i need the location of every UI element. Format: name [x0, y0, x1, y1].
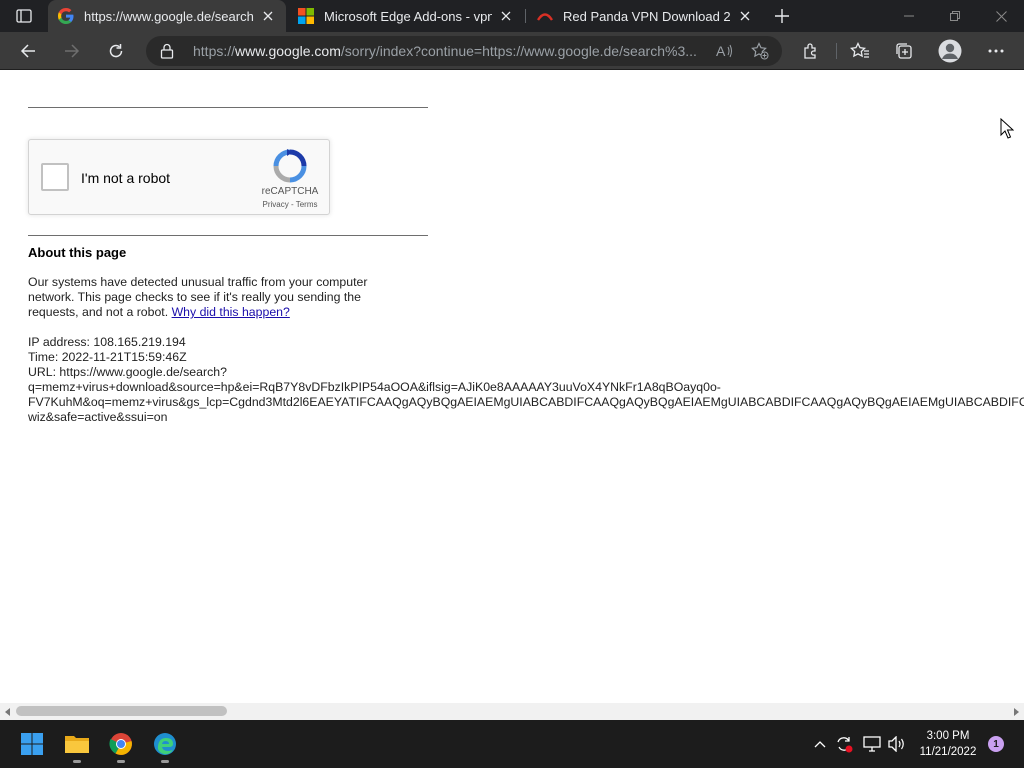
file-explorer-icon [65, 736, 89, 753]
extensions-button[interactable] [796, 36, 826, 66]
chrome-button[interactable] [101, 726, 141, 762]
tab-edge-addons[interactable]: Microsoft Edge Add-ons - vpn [288, 0, 524, 32]
tab-title: Red Panda VPN Download 2021 [563, 8, 731, 24]
profile-button[interactable] [935, 36, 965, 66]
windows-start-icon [21, 733, 43, 755]
about-heading: About this page [28, 245, 127, 260]
settings-menu-button[interactable] [981, 36, 1011, 66]
collections-button[interactable] [889, 36, 919, 66]
url-host: www.google.com [235, 43, 341, 59]
recaptcha-label: I'm not a robot [81, 170, 171, 186]
recaptcha-widget: I'm not a robot reCAPTCHA Privacy - Term… [28, 139, 330, 215]
url-scheme: https:// [193, 43, 236, 59]
horizontal-scrollbar[interactable] [0, 703, 1024, 720]
svg-text:A: A [716, 43, 726, 59]
page-content: I'm not a robot reCAPTCHA Privacy - Term… [0, 71, 1024, 703]
close-icon [995, 10, 1007, 22]
url-line: wiz&safe=active&ssui=on [28, 410, 168, 424]
tab-separator [525, 9, 526, 23]
profile-avatar-icon [938, 39, 962, 63]
network-icon[interactable] [862, 734, 882, 754]
tab-red-panda-vpn[interactable]: Red Panda VPN Download 2021 [527, 0, 763, 32]
running-indicator [117, 760, 125, 763]
url-line: q=memz+virus+download&source=hp&ei=RqB7Y… [28, 380, 721, 394]
system-clock[interactable]: 3:00 PM 11/21/2022 [912, 728, 984, 760]
tab-title: https://www.google.de/search?q [84, 8, 254, 24]
plus-icon [775, 9, 789, 23]
clock-date: 11/21/2022 [919, 746, 977, 758]
close-tab-icon[interactable] [496, 6, 516, 26]
divider [28, 107, 428, 108]
refresh-button[interactable] [101, 36, 131, 66]
back-arrow-icon [20, 44, 35, 58]
address-bar[interactable]: https://www.google.com/sorry/index?conti… [146, 36, 782, 66]
unusual-traffic-message: Our systems have detected unusual traffi… [28, 275, 408, 320]
edge-button[interactable] [145, 726, 185, 762]
back-button[interactable] [13, 36, 43, 66]
recaptcha-logo-icon [273, 149, 307, 183]
start-button[interactable] [12, 726, 52, 762]
clock-time: 3:00 PM [926, 730, 970, 742]
restore-icon [950, 11, 960, 21]
chrome-icon [109, 733, 132, 755]
toolbar-separator [836, 43, 837, 59]
restore-button[interactable] [932, 0, 978, 32]
close-window-button[interactable] [978, 0, 1024, 32]
running-indicator [73, 760, 81, 763]
lock-icon[interactable] [160, 43, 174, 59]
tab-google-search[interactable]: https://www.google.de/search?q [48, 0, 286, 32]
tab-title: Microsoft Edge Add-ons - vpn [324, 8, 492, 24]
notification-badge[interactable]: 1 [988, 736, 1004, 752]
windows-taskbar: 3:00 PM 11/21/2022 [0, 720, 1024, 768]
show-hidden-icons-button[interactable] [810, 734, 830, 754]
sync-status-icon[interactable] [834, 734, 854, 754]
why-did-this-happen-link[interactable]: Why did this happen? [172, 305, 290, 319]
running-indicator [161, 760, 169, 763]
close-tab-icon[interactable] [735, 6, 755, 26]
browser-toolbar: https://www.google.com/sorry/index?conti… [0, 32, 1024, 70]
forward-button[interactable] [57, 36, 87, 66]
favorites-button[interactable] [845, 36, 875, 66]
chevron-up-icon [814, 741, 826, 748]
more-dots-icon [988, 49, 1004, 53]
file-explorer-button[interactable] [57, 726, 97, 762]
scrollbar-thumb[interactable] [16, 706, 227, 716]
red-panda-icon [537, 13, 553, 21]
recaptcha-brand: reCAPTCHA [261, 186, 319, 197]
url-text[interactable]: https://www.google.com/sorry/index?conti… [193, 43, 713, 59]
timestamp: Time: 2022-11-21T15:59:46Z [28, 350, 187, 364]
url-line: FV7KuhM&oq=memz+virus&gs_lcp=Cgdnd3Mtd2l… [28, 395, 1024, 409]
url-path: /sorry/index?continue=https://www.google… [340, 43, 697, 59]
minimize-icon [904, 15, 914, 17]
recaptcha-checkbox[interactable] [41, 163, 69, 191]
mouse-cursor-icon [1000, 118, 1014, 139]
scroll-right-icon[interactable] [1011, 707, 1021, 717]
extensions-icon [804, 43, 816, 59]
new-tab-button[interactable] [770, 4, 794, 28]
microsoft-icon [298, 8, 314, 24]
read-aloud-icon[interactable]: A [715, 41, 735, 61]
close-tab-icon[interactable] [258, 6, 278, 26]
collections-icon [896, 43, 912, 59]
tab-bar: https://www.google.de/search?q Microsoft… [0, 0, 1024, 32]
minimize-button[interactable] [886, 0, 932, 32]
divider [28, 235, 428, 236]
edge-icon [154, 733, 176, 755]
add-favorite-icon[interactable] [750, 41, 770, 61]
recaptcha-privacy-terms[interactable]: Privacy - Terms [255, 200, 325, 209]
ip-address: IP address: 108.165.219.194 [28, 335, 186, 349]
refresh-icon [109, 44, 123, 58]
tab-actions-icon[interactable] [8, 6, 40, 26]
url-line: URL: https://www.google.de/search? [28, 365, 227, 379]
volume-icon[interactable] [887, 734, 907, 754]
favorites-icon [850, 42, 869, 58]
scroll-left-icon[interactable] [3, 707, 13, 717]
google-icon [58, 8, 74, 24]
forward-arrow-icon [65, 44, 80, 58]
